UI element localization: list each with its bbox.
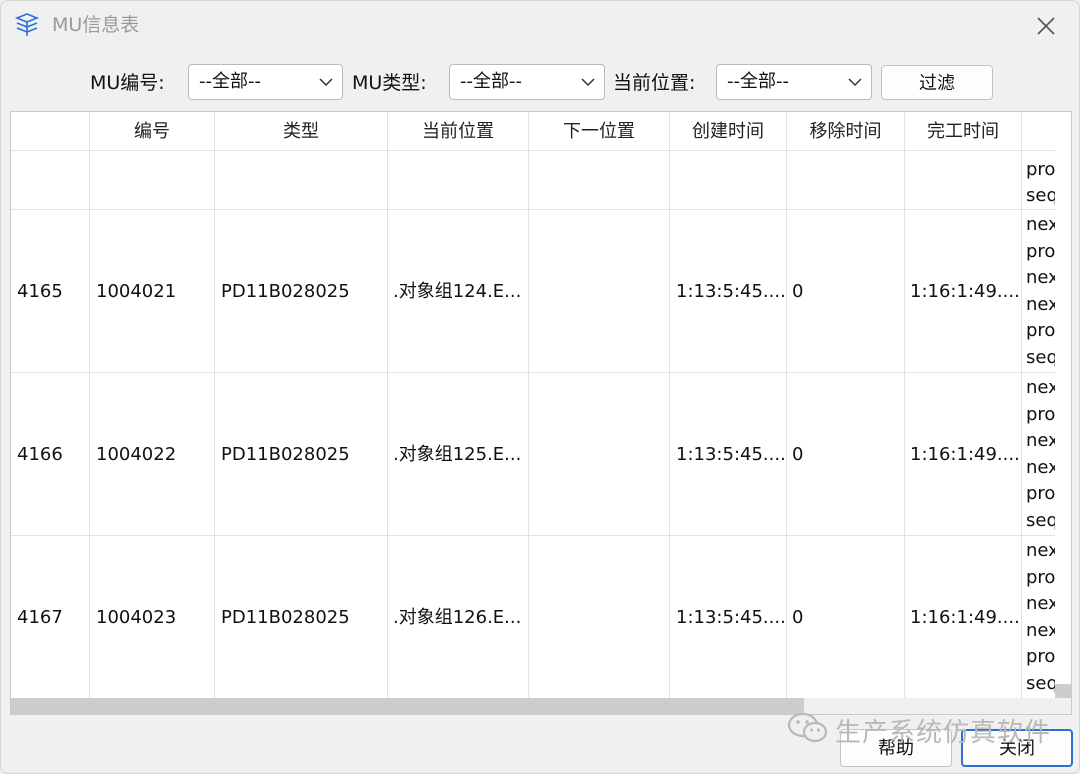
location-select[interactable]: --全部-- bbox=[716, 64, 872, 100]
log-line: pro bbox=[1026, 483, 1056, 504]
log-line: nex bbox=[1026, 267, 1059, 288]
log-line: nex bbox=[1026, 214, 1059, 235]
cell-location: .对象组124.E... bbox=[393, 281, 522, 302]
column-divider bbox=[1021, 112, 1022, 698]
column-header-next-location[interactable]: 下一位置 bbox=[529, 112, 670, 150]
chevron-down-icon bbox=[847, 74, 863, 90]
column-header-type[interactable]: 类型 bbox=[215, 112, 388, 150]
chevron-down-icon bbox=[318, 74, 334, 90]
log-line: seq bbox=[1026, 673, 1058, 694]
cell-id: 1004023 bbox=[96, 607, 177, 628]
log-line: seq bbox=[1026, 185, 1058, 206]
mu-info-dialog: MU信息表 MU编号: --全部-- MU类型: --全部-- 当前位置: --… bbox=[0, 0, 1080, 774]
cell-finished: 1:16:1:49.... bbox=[910, 607, 1020, 628]
column-header-index[interactable] bbox=[11, 112, 90, 150]
cell-index: 4166 bbox=[17, 444, 63, 465]
cell-finished: 1:16:1:49.... bbox=[910, 281, 1020, 302]
layers-icon bbox=[14, 12, 40, 38]
log-line: nex bbox=[1026, 620, 1059, 641]
cell-removed: 0 bbox=[792, 444, 804, 465]
close-icon[interactable] bbox=[1031, 11, 1061, 41]
column-header-finished[interactable]: 完工时间 bbox=[905, 112, 1022, 150]
column-divider bbox=[786, 112, 787, 698]
column-divider bbox=[214, 112, 215, 698]
column-divider bbox=[528, 112, 529, 698]
log-line: nex bbox=[1026, 430, 1059, 451]
mu-type-label: MU类型: bbox=[352, 72, 427, 94]
cell-id: 1004022 bbox=[96, 444, 177, 465]
column-divider bbox=[904, 112, 905, 698]
mu-type-select-value: --全部-- bbox=[460, 71, 522, 92]
log-line: pro bbox=[1026, 159, 1056, 180]
mu-id-label: MU编号: bbox=[90, 72, 165, 94]
log-line: nex bbox=[1026, 294, 1059, 315]
horizontal-scroll-thumb[interactable] bbox=[11, 698, 804, 714]
filter-button[interactable]: 过滤 bbox=[881, 65, 993, 100]
column-header-location[interactable]: 当前位置 bbox=[388, 112, 529, 150]
wechat-icon bbox=[787, 711, 829, 749]
cell-location: .对象组126.E... bbox=[393, 607, 522, 628]
watermark-text: 生产系统仿真软件 bbox=[835, 718, 1052, 748]
row-divider bbox=[11, 209, 1055, 210]
log-line: nex bbox=[1026, 540, 1059, 561]
cell-type: PD11B028025 bbox=[221, 444, 350, 465]
location-select-value: --全部-- bbox=[727, 71, 789, 92]
location-label: 当前位置: bbox=[613, 72, 696, 94]
log-line: seq bbox=[1026, 510, 1058, 531]
log-line: pro bbox=[1026, 404, 1056, 425]
cell-finished: 1:16:1:49.... bbox=[910, 444, 1020, 465]
log-line: nex bbox=[1026, 593, 1059, 614]
cell-location: .对象组125.E... bbox=[393, 444, 522, 465]
vertical-scrollbar[interactable] bbox=[1055, 112, 1071, 698]
log-line: pro bbox=[1026, 646, 1056, 667]
cell-created: 1:13:5:45.... bbox=[676, 607, 786, 628]
mu-type-select[interactable]: --全部-- bbox=[449, 64, 605, 100]
mu-id-select[interactable]: --全部-- bbox=[188, 64, 343, 100]
column-header-id[interactable]: 编号 bbox=[90, 112, 215, 150]
chevron-down-icon bbox=[580, 74, 596, 90]
log-line: nex bbox=[1026, 457, 1059, 478]
cell-id: 1004021 bbox=[96, 281, 177, 302]
cell-removed: 0 bbox=[792, 607, 804, 628]
column-divider bbox=[89, 112, 90, 698]
row-divider bbox=[11, 372, 1055, 373]
title-bar: MU信息表 bbox=[1, 1, 1079, 51]
mu-id-select-value: --全部-- bbox=[199, 71, 261, 92]
log-line: pro bbox=[1026, 320, 1056, 341]
window-title: MU信息表 bbox=[52, 14, 140, 36]
column-divider bbox=[387, 112, 388, 698]
cell-index: 4165 bbox=[17, 281, 63, 302]
cell-removed: 0 bbox=[792, 281, 804, 302]
row-divider bbox=[11, 150, 1055, 151]
column-divider bbox=[669, 112, 670, 698]
row-divider bbox=[11, 535, 1055, 536]
vertical-scroll-thumb[interactable] bbox=[1055, 684, 1071, 698]
mu-table: 编号 类型 当前位置 下一位置 创建时间 移除时间 完工时间 pro seq 4… bbox=[10, 111, 1072, 715]
cell-index: 4167 bbox=[17, 607, 63, 628]
log-line: pro bbox=[1026, 567, 1056, 588]
log-line: nex bbox=[1026, 377, 1059, 398]
cell-type: PD11B028025 bbox=[221, 281, 350, 302]
cell-created: 1:13:5:45.... bbox=[676, 444, 786, 465]
log-line: seq bbox=[1026, 347, 1058, 368]
column-header-created[interactable]: 创建时间 bbox=[670, 112, 787, 150]
column-header-removed[interactable]: 移除时间 bbox=[787, 112, 905, 150]
cell-type: PD11B028025 bbox=[221, 607, 350, 628]
cell-created: 1:13:5:45.... bbox=[676, 281, 786, 302]
log-line: pro bbox=[1026, 241, 1056, 262]
